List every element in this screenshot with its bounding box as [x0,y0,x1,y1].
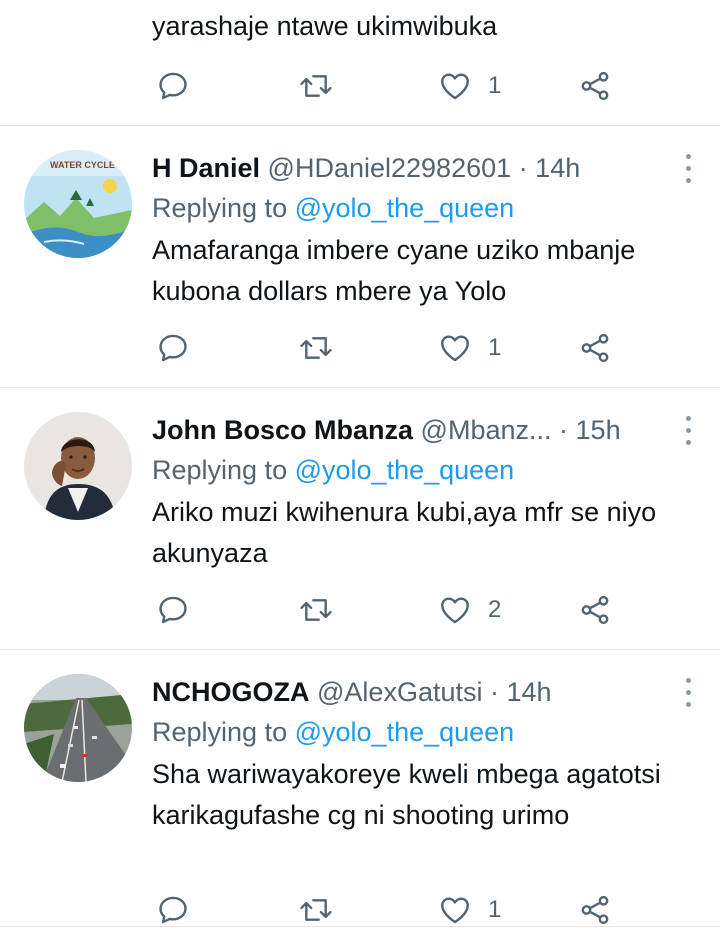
retweet-button[interactable] [298,330,334,366]
share-icon [578,331,612,365]
tweet-actions: 2 [0,588,720,632]
tweet-actions: 1 [0,64,720,108]
tweet-partial[interactable]: yarashaje ntawe ukimwibuka 1 [0,0,720,126]
share-button[interactable] [578,892,612,928]
like-button[interactable]: 1 [438,330,501,366]
replying-label: Replying to [152,717,288,747]
like-count: 2 [488,596,502,623]
like-count: 1 [488,896,502,923]
like-button[interactable]: 2 [438,592,501,628]
share-icon [578,593,612,627]
user-handle[interactable]: @HDaniel22982601 [268,153,512,183]
retweet-button[interactable] [298,592,334,628]
separator-dot: · [518,153,528,183]
share-icon [578,69,612,103]
tweet-text: yarashaje ntawe ukimwibuka [152,11,498,41]
replying-label: Replying to [152,455,288,485]
reply-icon [156,593,190,627]
replying-to: Replying to @yolo_the_queen [152,450,514,490]
tweet-feed: yarashaje ntawe ukimwibuka 1 WATER CYCLE… [0,0,720,928]
tweet-actions: 1 [0,326,720,370]
separator-dot: · [559,415,569,445]
mention-link[interactable]: @yolo_the_queen [295,193,515,223]
tweet-header: John Bosco Mbanza @Mbanz... · 15h [152,410,660,450]
retweet-icon [298,331,334,365]
more-dots-icon[interactable] [682,154,694,188]
reply-icon [156,331,190,365]
tweet-actions: 1 [0,888,720,932]
user-handle[interactable]: @AlexGatutsi [317,677,482,707]
more-dots-icon[interactable] [682,678,694,712]
reply-button[interactable] [156,592,190,628]
retweet-button[interactable] [298,68,334,104]
tweet-item[interactable]: NCHOGOZA @AlexGatutsi · 14h Replying to … [0,650,720,927]
avatar[interactable] [24,412,132,520]
reply-button[interactable] [156,892,190,928]
mention-link[interactable]: @yolo_the_queen [295,455,515,485]
tweet-header: H Daniel @HDaniel22982601 · 14h [152,148,660,188]
tweet-text: Sha wariwayakoreye kweli mbega agatotsi … [152,759,661,830]
replying-to: Replying to @yolo_the_queen [152,188,514,228]
like-count: 1 [488,334,502,361]
reply-button[interactable] [156,330,190,366]
retweet-icon [298,893,334,927]
like-button[interactable]: 1 [438,892,501,928]
replying-label: Replying to [152,193,288,223]
tweet-text: Ariko muzi kwihenura kubi,aya mfr se niy… [152,497,657,568]
display-name[interactable]: H Daniel [152,153,260,183]
display-name[interactable]: NCHOGOZA [152,677,310,707]
tweet-header: NCHOGOZA @AlexGatutsi · 14h [152,672,660,712]
retweet-button[interactable] [298,892,334,928]
timestamp[interactable]: 14h [507,677,552,707]
heart-icon [438,593,472,627]
tweet-text: Amafaranga imbere cyane uziko mbanje kub… [152,235,636,306]
mention-link[interactable]: @yolo_the_queen [295,717,515,747]
retweet-icon [298,593,334,627]
reply-icon [156,69,190,103]
reply-icon [156,893,190,927]
heart-icon [438,893,472,927]
avatar[interactable]: WATER CYCLE [24,150,132,258]
separator-dot: · [490,677,499,707]
display-name[interactable]: John Bosco Mbanza [152,415,413,445]
user-handle[interactable]: @Mbanz... [421,415,552,445]
like-count: 1 [488,72,502,99]
tweet-item[interactable]: WATER CYCLE H Daniel @HDaniel22982601 · … [0,126,720,388]
retweet-icon [298,69,334,103]
avatar-caption: WATER CYCLE [50,160,115,170]
timestamp[interactable]: 14h [535,153,580,183]
like-button[interactable]: 1 [438,68,501,104]
heart-icon [438,331,472,365]
reply-button[interactable] [156,68,190,104]
timestamp[interactable]: 15h [576,415,621,445]
heart-icon [438,69,472,103]
replying-to: Replying to @yolo_the_queen [152,712,514,752]
more-dots-icon[interactable] [682,416,694,450]
tweet-item[interactable]: John Bosco Mbanza @Mbanz... · 15h Replyi… [0,388,720,650]
share-button[interactable] [578,330,612,366]
share-icon [578,893,612,927]
share-button[interactable] [578,68,612,104]
avatar[interactable] [24,674,132,782]
share-button[interactable] [578,592,612,628]
